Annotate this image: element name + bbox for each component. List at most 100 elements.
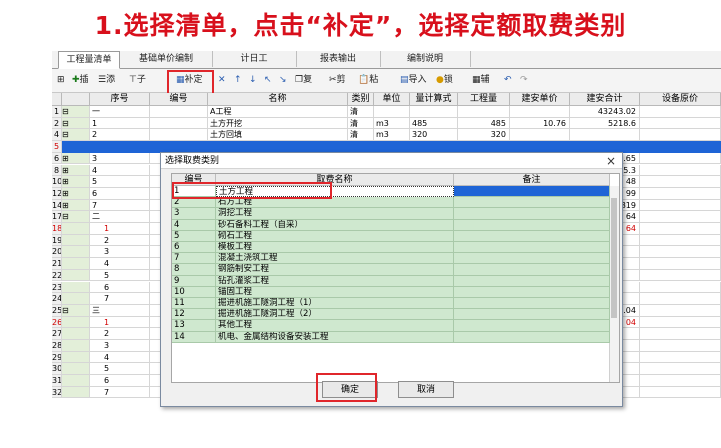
cell-tree[interactable]: ⊟ bbox=[62, 106, 90, 118]
cell-rn: 22 bbox=[52, 269, 62, 282]
fee-category-row[interactable]: 10 锚固工程 bbox=[172, 286, 610, 298]
cell-tree[interactable] bbox=[62, 246, 90, 259]
tab-reports[interactable]: 报表输出 bbox=[296, 51, 381, 67]
cell-rn: 30 bbox=[52, 363, 62, 376]
insert-button[interactable]: ✚插 bbox=[72, 72, 89, 88]
tab-bill-of-quantities[interactable]: 工程量清单 bbox=[58, 51, 120, 69]
fee-category-row[interactable]: 3 洞挖工程 bbox=[172, 208, 610, 220]
import-button[interactable]: ▤导入 bbox=[400, 72, 427, 88]
cell-tree[interactable]: ⊟ bbox=[62, 211, 90, 223]
cell-unit: m3 bbox=[374, 117, 410, 130]
cell-tree[interactable] bbox=[62, 316, 90, 329]
fee-cell-note bbox=[454, 253, 610, 265]
cell-equip bbox=[640, 176, 721, 188]
cell-price: 10.76 bbox=[510, 117, 570, 130]
table-row[interactable]: 2 ⊟ 1 土方开挖清 m3 485 485 10.76 5218.6 bbox=[52, 117, 721, 130]
cell-equip bbox=[640, 316, 721, 329]
cell-tree[interactable] bbox=[62, 234, 90, 247]
cell-tree[interactable] bbox=[62, 269, 90, 282]
cell-seq: 3 bbox=[90, 340, 150, 352]
cell-tree[interactable]: ⊞ bbox=[62, 199, 90, 212]
fee-category-row[interactable]: 7 混凝土浇筑工程 bbox=[172, 253, 610, 265]
cancel-button[interactable]: 取消 bbox=[398, 381, 454, 398]
fee-category-row[interactable]: 5 砌石工程 bbox=[172, 230, 610, 242]
cell-tree[interactable] bbox=[62, 281, 90, 294]
cell-tree[interactable] bbox=[62, 293, 90, 305]
cell-seq: 1 bbox=[90, 316, 150, 329]
col-header-quantity: 工程量 bbox=[458, 93, 510, 106]
fee-category-row[interactable]: 9 钻孔灌浆工程 bbox=[172, 275, 610, 287]
cell-tree[interactable] bbox=[62, 351, 90, 364]
cell-tree[interactable] bbox=[62, 328, 90, 340]
lock-button[interactable]: ●锁 bbox=[436, 72, 453, 88]
cell-equip bbox=[640, 187, 721, 200]
cell-tree[interactable] bbox=[62, 340, 90, 352]
close-icon[interactable]: × bbox=[606, 154, 616, 168]
cell-equip bbox=[640, 269, 721, 282]
toolbar: ⊞ ✚插 ☰添 ⊤子 ▦补定 ✕ ↑ ↓ ↖ ↘ ❐复 ✂剪 📋粘 ▤导入 ●锁… bbox=[52, 69, 721, 93]
fee-cell-name: 机电、金属结构设备安装工程 bbox=[216, 331, 454, 343]
cell-equip bbox=[640, 340, 721, 352]
table-row[interactable]: 1 ⊟ 一 A工程清 43243.02 bbox=[52, 106, 721, 118]
cell-tree[interactable]: ⊞ bbox=[62, 176, 90, 188]
cell-rn: 6 bbox=[52, 152, 62, 165]
paste-button[interactable]: 📋粘 bbox=[358, 72, 378, 88]
fee-cell-note bbox=[454, 275, 610, 287]
cell-total bbox=[570, 129, 640, 142]
arrow-down-icon[interactable]: ↓ bbox=[249, 72, 257, 88]
tab-notes[interactable]: 编制说明 bbox=[380, 51, 471, 67]
cell-name: 土方回填 bbox=[208, 129, 348, 142]
cell-tree[interactable]: ⊟ bbox=[62, 304, 90, 317]
arrow-downright-icon[interactable]: ↘ bbox=[279, 72, 287, 88]
cell-seq: 3 bbox=[90, 246, 150, 259]
col-header-tree bbox=[62, 93, 90, 106]
tab-base-price[interactable]: 基础单价编制 bbox=[120, 51, 213, 67]
auxiliary-button[interactable]: ▦辅 bbox=[472, 72, 490, 88]
cell-qty: 320 bbox=[458, 129, 510, 142]
cell-tree[interactable]: ⊞ bbox=[62, 187, 90, 200]
cell-formula: 320 bbox=[410, 129, 458, 142]
dialog-scrollbar[interactable] bbox=[609, 186, 619, 382]
tab-daywork[interactable]: 计日工 bbox=[212, 51, 297, 67]
copy-button[interactable]: ❐复 bbox=[295, 72, 312, 88]
fee-cell-name: 掘进机施工隧洞工程（2） bbox=[216, 309, 454, 321]
dialog-title-bar: 选择取费类别 × bbox=[161, 153, 622, 169]
add-button[interactable]: ☰添 bbox=[98, 72, 115, 88]
cell-tree[interactable]: ⊟ bbox=[62, 129, 90, 142]
cell-tree[interactable] bbox=[62, 386, 90, 399]
scrollbar-thumb[interactable] bbox=[611, 198, 617, 318]
child-button[interactable]: ⊤子 bbox=[129, 72, 146, 88]
redo-icon[interactable]: ↷ bbox=[520, 72, 528, 88]
fee-category-row[interactable]: 13 其他工程 bbox=[172, 320, 610, 332]
cell-seq: 5 bbox=[90, 269, 150, 282]
cut-button[interactable]: ✂剪 bbox=[329, 72, 346, 88]
cell-tree[interactable]: ⊟ bbox=[62, 117, 90, 130]
cell-tree[interactable]: ⊞ bbox=[62, 164, 90, 177]
fee-category-row[interactable]: 14 机电、金属结构设备安装工程 bbox=[172, 331, 610, 343]
cell-price bbox=[510, 106, 570, 118]
table-row[interactable]: 4 ⊟ 2 土方回填清 m3 320 320 bbox=[52, 129, 721, 142]
cell-equip bbox=[640, 141, 721, 153]
cell-tree[interactable]: ⊞ bbox=[62, 152, 90, 165]
cell-tree[interactable] bbox=[62, 375, 90, 387]
cell-tree[interactable] bbox=[62, 258, 90, 270]
arrow-upleft-icon[interactable]: ↖ bbox=[264, 72, 272, 88]
fee-category-row[interactable]: 12 掘进机施工隧洞工程（2） bbox=[172, 309, 610, 321]
undo-icon[interactable]: ↶ bbox=[504, 72, 512, 88]
fee-category-row[interactable]: 6 模板工程 bbox=[172, 242, 610, 254]
tree-icon[interactable]: ⊞ bbox=[57, 72, 65, 88]
cell-tree[interactable] bbox=[62, 141, 90, 153]
cell-equip bbox=[640, 211, 721, 223]
fee-category-row[interactable]: 4 砂石备料工程（自采） bbox=[172, 219, 610, 231]
cell-tree[interactable] bbox=[62, 363, 90, 376]
fee-category-row[interactable]: 8 钢筋制安工程 bbox=[172, 264, 610, 276]
arrow-up-icon[interactable]: ↑ bbox=[234, 72, 242, 88]
fee-cell-id: 8 bbox=[172, 264, 216, 276]
delete-icon[interactable]: ✕ bbox=[218, 72, 226, 88]
tab-bar: 工程量清单 基础单价编制 计日工 报表输出 编制说明 bbox=[52, 51, 721, 69]
cell-total: 5218.6 bbox=[570, 117, 640, 130]
fee-cell-note bbox=[454, 219, 610, 231]
cell-tree[interactable] bbox=[62, 223, 90, 235]
fee-category-row[interactable]: 11 掘进机施工隧洞工程（1） bbox=[172, 298, 610, 310]
cell-seq: 4 bbox=[90, 164, 150, 177]
